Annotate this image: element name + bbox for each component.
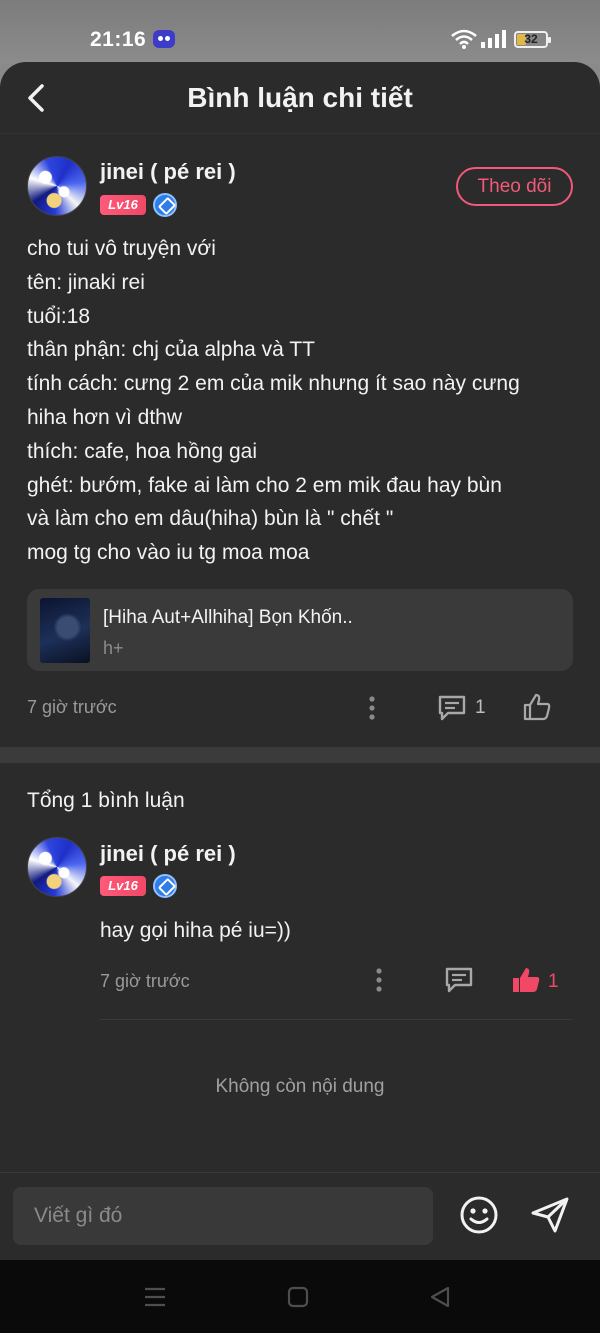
post-timestamp: 7 giờ trước bbox=[27, 697, 117, 717]
post-line: thân phận: chj của alpha và TT bbox=[27, 338, 315, 362]
battery-icon: 32 bbox=[514, 31, 551, 48]
post-line: tính cách: cưng 2 em của mik nhưng ít sa… bbox=[27, 372, 520, 396]
post-line: hiha hơn vì dthw bbox=[27, 405, 183, 429]
post-line: thích: cafe, hoa hồng gai bbox=[27, 439, 258, 463]
reply-separator bbox=[100, 1019, 573, 1020]
post-line: tên: jinaki rei bbox=[27, 270, 145, 294]
story-link-card[interactable]: [Hiha Aut+Allhiha] Bọn Khốn.. h+ bbox=[27, 589, 573, 671]
section-divider bbox=[0, 747, 600, 763]
recent-apps-icon[interactable] bbox=[143, 1286, 167, 1308]
header: Bình luận chi tiết bbox=[0, 62, 600, 134]
rank-badge-icon bbox=[153, 193, 177, 217]
page-title: Bình luận chi tiết bbox=[187, 82, 413, 113]
post-content: cho tui vô truyện với tên: jinaki rei tu… bbox=[27, 232, 577, 570]
reply-more-options-icon[interactable] bbox=[371, 967, 387, 993]
reply-timestamp: 7 giờ trước bbox=[100, 971, 190, 991]
story-subtitle: h+ bbox=[103, 638, 124, 658]
battery-level: 32 bbox=[524, 32, 538, 46]
reply-author-name[interactable]: jinei ( pé rei ) bbox=[100, 841, 236, 867]
like-icon[interactable] bbox=[522, 692, 552, 722]
reply-like-count: 1 bbox=[548, 971, 559, 992]
comment-icon[interactable] bbox=[437, 694, 467, 722]
app-notification-icon bbox=[153, 30, 175, 48]
follow-button[interactable]: Theo dõi bbox=[456, 167, 573, 206]
post-line: mog tg cho vào iu tg moa moa bbox=[27, 541, 310, 565]
level-badge: Lv16 bbox=[100, 195, 146, 215]
story-cover-image bbox=[40, 598, 90, 663]
more-options-icon[interactable] bbox=[364, 695, 380, 721]
status-bar: 21:16 32 bbox=[0, 0, 600, 64]
comment-input[interactable] bbox=[13, 1187, 433, 1245]
status-time: 21:16 bbox=[90, 28, 147, 51]
reply-author-avatar[interactable] bbox=[27, 837, 87, 897]
post-line: ghét: bướm, fake ai làm cho 2 em mik đau… bbox=[27, 473, 502, 497]
post-line: cho tui vô truyện với bbox=[27, 237, 216, 260]
wifi-icon bbox=[451, 29, 477, 49]
signal-icon bbox=[481, 30, 506, 48]
story-title: [Hiha Aut+Allhiha] Bọn Khốn.. bbox=[103, 607, 353, 628]
post-line: và làm cho em dâu(hiha) bùn là " chết " bbox=[27, 507, 394, 531]
back-nav-icon[interactable] bbox=[429, 1285, 451, 1309]
end-of-content-label: Không còn nội dung bbox=[215, 1076, 385, 1097]
reply-liked-icon[interactable] bbox=[511, 965, 541, 995]
comment-count: 1 bbox=[475, 697, 486, 718]
system-navigation-bar bbox=[0, 1260, 600, 1333]
total-comments-label: Tổng 1 bình luận bbox=[27, 789, 185, 812]
reply-text: hay gọi hiha pé iu=)) bbox=[100, 919, 291, 942]
emoji-icon[interactable] bbox=[459, 1195, 499, 1235]
author-avatar[interactable] bbox=[27, 156, 87, 216]
author-name[interactable]: jinei ( pé rei ) bbox=[100, 159, 236, 185]
reply-comment-icon[interactable] bbox=[444, 966, 474, 994]
comment-input-bar bbox=[0, 1172, 600, 1260]
reply-rank-badge-icon bbox=[153, 874, 177, 898]
home-icon[interactable] bbox=[287, 1286, 309, 1308]
send-icon[interactable] bbox=[529, 1195, 571, 1235]
reply-level-badge: Lv16 bbox=[100, 876, 146, 896]
post-line: tuổi:18 bbox=[27, 304, 91, 328]
comment-detail-sheet: Bình luận chi tiết jinei ( pé rei ) Lv16… bbox=[0, 62, 600, 1260]
